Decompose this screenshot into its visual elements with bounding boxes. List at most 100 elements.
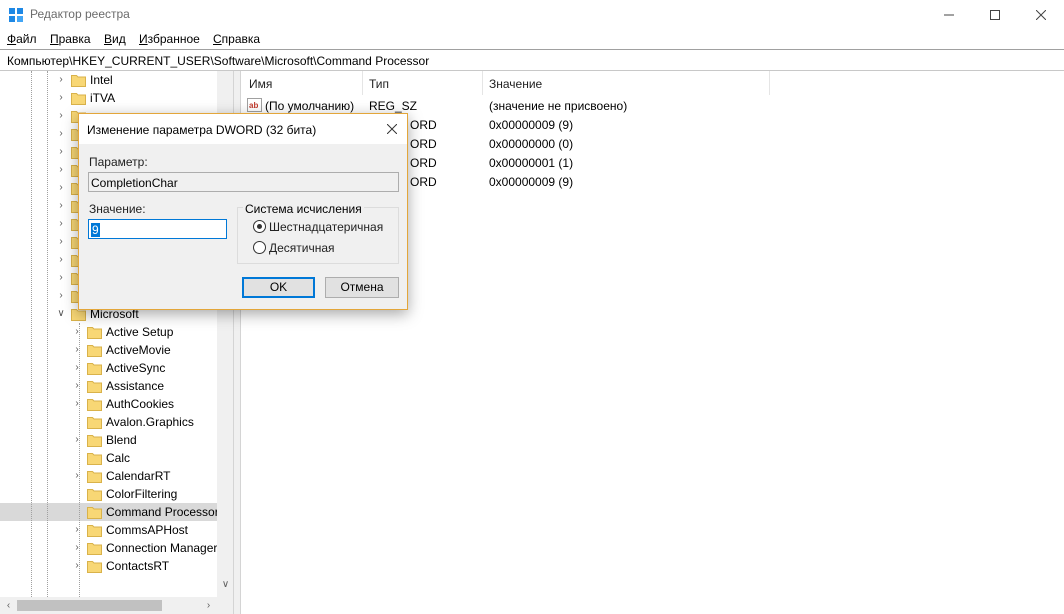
close-icon	[1036, 10, 1046, 20]
tree-item[interactable]: › Blend	[0, 431, 218, 449]
folder-icon	[87, 543, 102, 555]
address-bar[interactable]: Компьютер\HKEY_CURRENT_USER\Software\Mic…	[0, 49, 1064, 71]
maximize-icon	[990, 10, 1000, 20]
registry-editor-window: Редактор реестра Файл Правка Вид Избранн…	[0, 0, 1064, 614]
chevron-right-icon[interactable]: ›	[72, 434, 82, 446]
chevron-right-icon[interactable]: ›	[72, 362, 82, 374]
chevron-right-icon[interactable]: ›	[56, 290, 66, 302]
scroll-left-icon[interactable]: ‹	[0, 597, 17, 614]
chevron-right-icon[interactable]: ›	[56, 92, 66, 104]
ok-button[interactable]: OK	[242, 277, 315, 298]
tree-item-label: CommsAPHost	[106, 523, 189, 537]
tree-item[interactable]: › Intel	[0, 71, 218, 89]
radio-decimal[interactable]	[253, 241, 266, 254]
folder-icon	[87, 435, 102, 447]
menu-edit-mnemonic: П	[50, 32, 59, 46]
chevron-right-icon[interactable]: ›	[56, 182, 66, 194]
tree-item[interactable]: › CalendarRT	[0, 467, 218, 485]
chevron-right-icon[interactable]: ›	[72, 398, 82, 410]
menu-edit[interactable]: Правка	[50, 32, 91, 46]
tree-item[interactable]: › ActiveSync	[0, 359, 218, 377]
tree-item[interactable]: › Assistance	[0, 377, 218, 395]
chevron-right-icon[interactable]: ›	[56, 74, 66, 86]
menu-favorites-mnemonic: И	[139, 32, 148, 46]
menu-file[interactable]: Файл	[7, 32, 37, 46]
tree-item[interactable]: › AuthCookies	[0, 395, 218, 413]
svg-text:ab: ab	[249, 101, 258, 110]
chevron-right-icon[interactable]: ›	[56, 236, 66, 248]
menu-help[interactable]: Справка	[213, 32, 260, 46]
chevron-right-icon[interactable]: ›	[72, 470, 82, 482]
chevron-right-icon[interactable]: ›	[56, 110, 66, 122]
cancel-button[interactable]: Отмена	[325, 277, 399, 298]
menu-file-label: айл	[16, 32, 37, 46]
radio-hexadecimal-label[interactable]: Шестнадцатеричная	[269, 220, 383, 234]
chevron-right-icon[interactable]: ›	[56, 146, 66, 158]
column-header-name[interactable]: Имя	[241, 71, 363, 95]
tree-guide-line	[31, 71, 32, 597]
chevron-right-icon[interactable]: ›	[72, 326, 82, 338]
tree-item[interactable]: › ContactsRT	[0, 557, 218, 575]
tree-item[interactable]: ColorFiltering	[0, 485, 218, 503]
tree-guide-line	[79, 323, 80, 597]
chevron-right-icon[interactable]: ›	[56, 218, 66, 230]
close-button[interactable]	[1018, 0, 1064, 30]
tree-item[interactable]: › CommsAPHost	[0, 521, 218, 539]
tree-item[interactable]: › ActiveMovie	[0, 341, 218, 359]
tree-item[interactable]: Avalon.Graphics	[0, 413, 218, 431]
value-data: 0x00000009 (9)	[489, 175, 574, 189]
scroll-up-icon[interactable]	[217, 71, 233, 88]
minimize-button[interactable]	[926, 0, 972, 30]
menu-favorites-label: збранное	[147, 32, 200, 46]
radio-selected-dot	[257, 224, 262, 229]
tree-item-label: ContactsRT	[106, 559, 170, 573]
chevron-right-icon[interactable]: ›	[72, 542, 82, 554]
tree-item[interactable]: › Connection Manager	[0, 539, 218, 557]
base-group-title: Система исчисления	[243, 202, 364, 216]
tree-horizontal-scrollbar[interactable]: ‹ ›	[0, 597, 217, 614]
value-data: 0x00000001 (1)	[489, 156, 574, 170]
folder-icon	[87, 471, 102, 483]
scroll-thumb[interactable]	[17, 600, 162, 611]
folder-icon	[87, 363, 102, 375]
chevron-right-icon[interactable]: ›	[56, 200, 66, 212]
chevron-right-icon[interactable]: ›	[72, 344, 82, 356]
value-data-input[interactable]: 9	[88, 219, 227, 239]
menu-file-mnemonic: Ф	[7, 32, 17, 46]
chevron-right-icon[interactable]: ›	[56, 254, 66, 266]
title-bar[interactable]: Редактор реестра	[0, 0, 1064, 30]
column-header-value[interactable]: Значение	[483, 71, 770, 95]
tree-item[interactable]: › Active Setup	[0, 323, 218, 341]
chevron-right-icon[interactable]: ›	[72, 524, 82, 536]
tree-guide-line	[47, 71, 48, 597]
registry-editor-icon	[9, 8, 23, 22]
address-path: Компьютер\HKEY_CURRENT_USER\Software\Mic…	[7, 54, 430, 68]
dialog-title-bar[interactable]: Изменение параметра DWORD (32 бита)	[79, 114, 407, 144]
folder-icon	[87, 417, 102, 429]
chevron-down-icon[interactable]: ∨	[56, 308, 66, 320]
menu-favorites[interactable]: Избранное	[139, 32, 200, 46]
folder-icon	[87, 525, 102, 537]
tree-item[interactable]: Command Processor	[0, 503, 219, 521]
scroll-down-icon[interactable]: ∨	[217, 576, 233, 593]
menu-view-mnemonic: В	[104, 32, 113, 46]
chevron-right-icon[interactable]: ›	[72, 560, 82, 572]
tree-item-label: Active Setup	[106, 325, 174, 339]
chevron-right-icon[interactable]: ›	[72, 380, 82, 392]
radio-hexadecimal[interactable]	[253, 220, 266, 233]
chevron-right-icon[interactable]: ›	[56, 128, 66, 140]
dialog-close-button[interactable]	[377, 114, 407, 144]
chevron-right-icon[interactable]: ›	[56, 272, 66, 284]
menu-view[interactable]: Вид	[104, 32, 126, 46]
chevron-right-icon[interactable]: ›	[56, 164, 66, 176]
maximize-button[interactable]	[972, 0, 1018, 30]
edit-dword-dialog[interactable]: Изменение параметра DWORD (32 бита) Пара…	[78, 113, 408, 310]
tree-item[interactable]: › iTVA	[0, 89, 218, 107]
tree-item[interactable]: Calc	[0, 449, 218, 467]
radio-decimal-label[interactable]: Десятичная	[269, 241, 335, 255]
close-icon	[387, 124, 397, 134]
tree-item-label: Avalon.Graphics	[106, 415, 194, 429]
tree-item-label: ActiveSync	[106, 361, 166, 375]
scroll-right-icon[interactable]: ›	[200, 597, 217, 614]
column-header-type[interactable]: Тип	[363, 71, 483, 95]
